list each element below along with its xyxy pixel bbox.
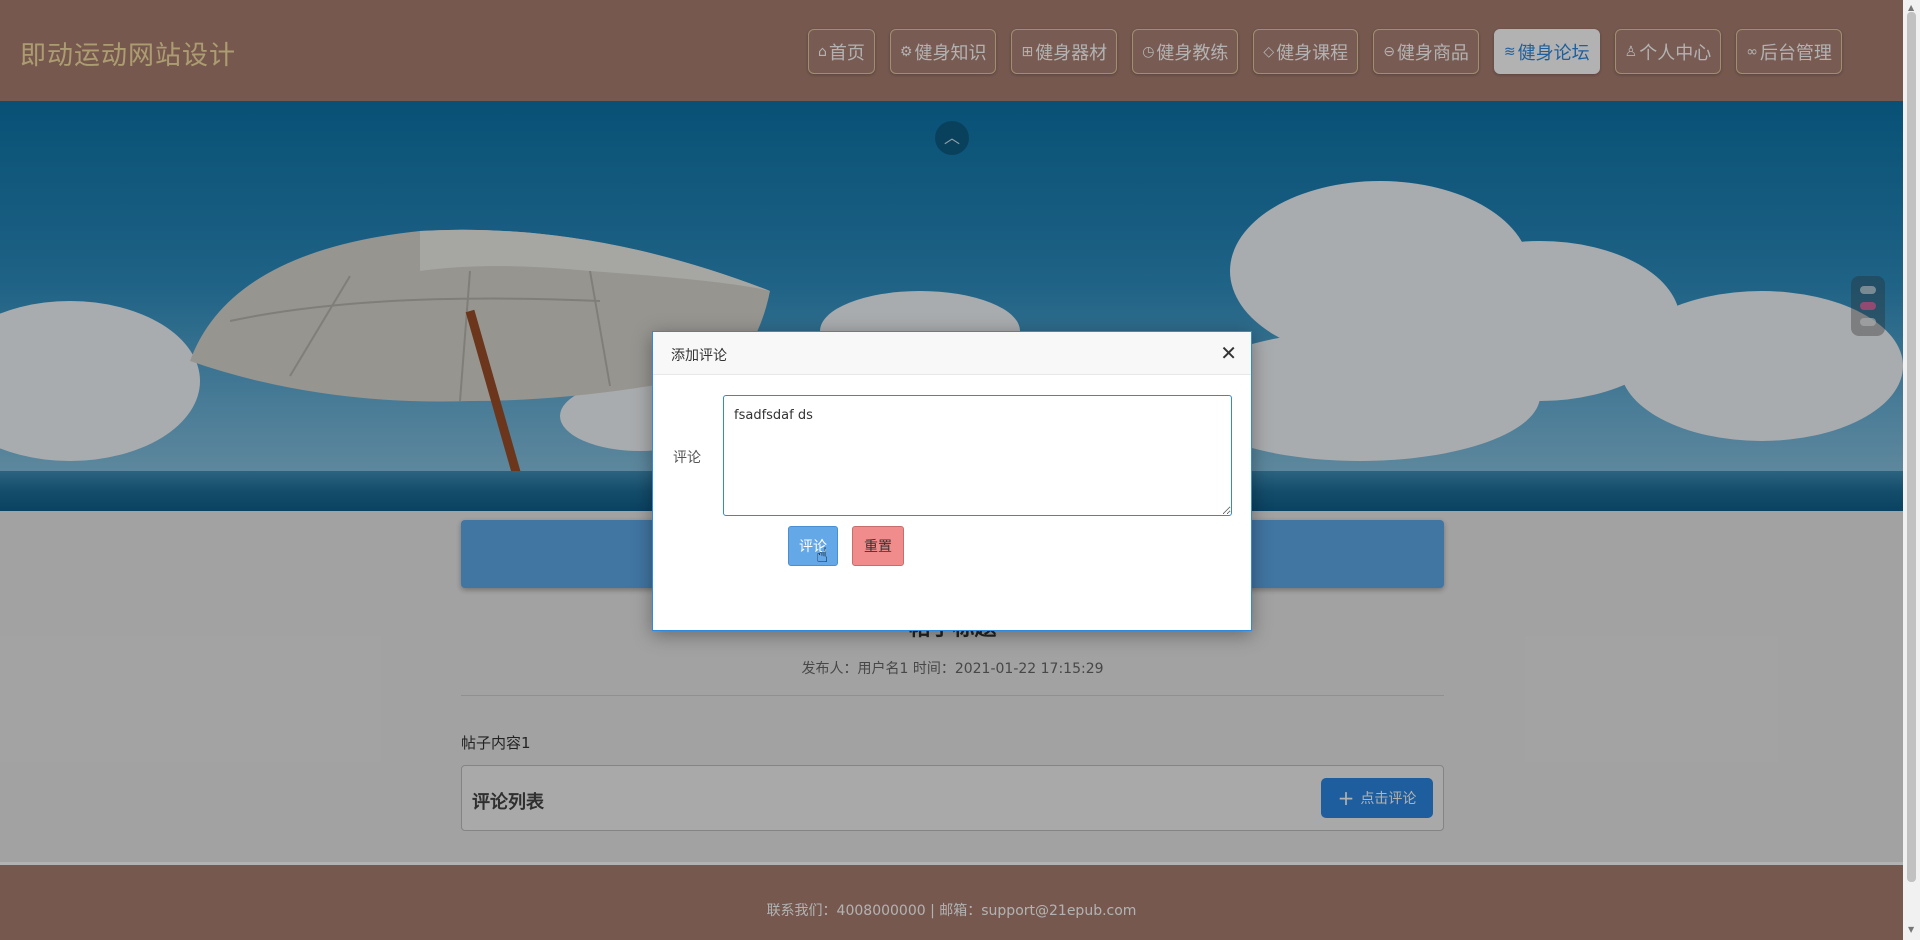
page-scrollbar[interactable]: ▲ ▼ <box>1903 0 1920 940</box>
scroll-up-arrow-icon[interactable]: ▲ <box>1908 3 1914 12</box>
comment-textarea[interactable]: fsadfsdaf ds <box>723 395 1232 516</box>
scrollbar-thumb[interactable] <box>1907 12 1916 882</box>
submit-comment-button[interactable]: 评论 <box>788 526 838 566</box>
add-comment-dialog: 添加评论 ✕ 评论 fsadfsdaf ds 评论 重置 ☝ <box>652 331 1252 631</box>
dialog-title: 添加评论 <box>671 348 727 364</box>
comment-field-label: 评论 <box>673 450 701 466</box>
pointer-cursor-icon: ☝ <box>816 543 829 567</box>
reset-button[interactable]: 重置 <box>852 526 904 566</box>
close-icon[interactable]: ✕ <box>1220 341 1237 365</box>
scroll-down-arrow-icon[interactable]: ▼ <box>1908 925 1914 934</box>
dialog-header: 添加评论 ✕ <box>653 332 1251 375</box>
